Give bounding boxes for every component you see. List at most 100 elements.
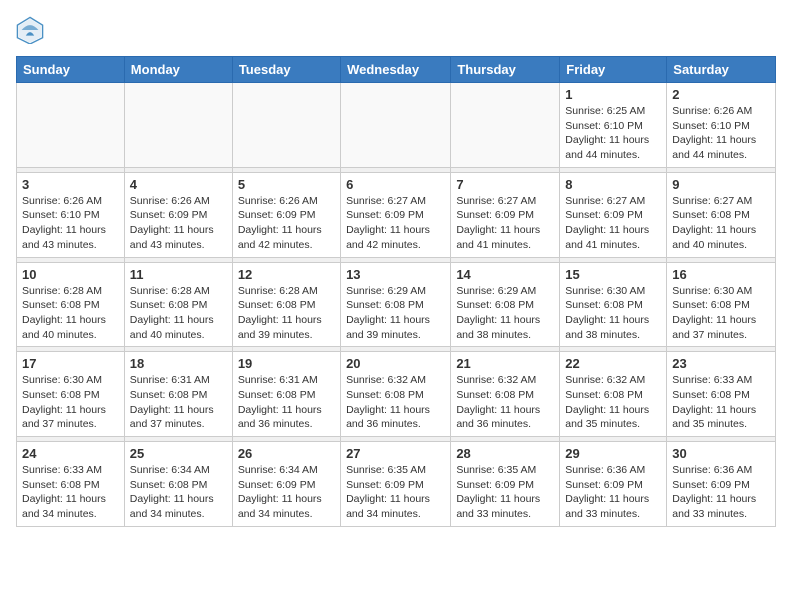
day-number: 1 bbox=[565, 87, 661, 102]
calendar-cell: 20 Sunrise: 6:32 AM Sunset: 6:08 PM Dayli… bbox=[341, 352, 451, 437]
calendar-cell: 22 Sunrise: 6:32 AM Sunset: 6:08 PM Dayli… bbox=[560, 352, 667, 437]
weekday-header-sunday: Sunday bbox=[17, 57, 125, 83]
day-number: 7 bbox=[456, 177, 554, 192]
calendar-cell: 16 Sunrise: 6:30 AM Sunset: 6:08 PM Dayli… bbox=[667, 262, 776, 347]
calendar-cell: 14 Sunrise: 6:29 AM Sunset: 6:08 PM Dayli… bbox=[451, 262, 560, 347]
calendar-cell: 12 Sunrise: 6:28 AM Sunset: 6:08 PM Dayli… bbox=[232, 262, 340, 347]
calendar-cell: 19Sunrise: 6:31 AM Sunset: 6:08 PM Dayli… bbox=[232, 352, 340, 437]
calendar-cell: 17 Sunrise: 6:30 AM Sunset: 6:08 PM Dayli… bbox=[17, 352, 125, 437]
day-number: 3 bbox=[22, 177, 119, 192]
day-number: 13 bbox=[346, 267, 445, 282]
day-info: Sunrise: 6:34 AM Sunset: 6:08 PM Dayligh… bbox=[130, 463, 227, 522]
day-number: 22 bbox=[565, 356, 661, 371]
day-info: Sunrise: 6:27 AM Sunset: 6:09 PM Dayligh… bbox=[346, 194, 445, 253]
day-info: Sunrise: 6:36 AM Sunset: 6:09 PM Dayligh… bbox=[672, 463, 770, 522]
day-number: 10 bbox=[22, 267, 119, 282]
calendar-cell: 18 Sunrise: 6:31 AM Sunset: 6:08 PM Dayli… bbox=[124, 352, 232, 437]
calendar-cell: 1 Sunrise: 6:25 AM Sunset: 6:10 PM Daylig… bbox=[560, 83, 667, 168]
calendar-cell: 7 Sunrise: 6:27 AM Sunset: 6:09 PM Daylig… bbox=[451, 172, 560, 257]
calendar-week-row: 3 Sunrise: 6:26 AM Sunset: 6:10 PM Daylig… bbox=[17, 172, 776, 257]
day-number: 19 bbox=[238, 356, 335, 371]
calendar-cell bbox=[232, 83, 340, 168]
calendar-cell: 2 Sunrise: 6:26 AM Sunset: 6:10 PM Daylig… bbox=[667, 83, 776, 168]
day-number: 12 bbox=[238, 267, 335, 282]
day-number: 21 bbox=[456, 356, 554, 371]
day-info: Sunrise: 6:26 AM Sunset: 6:09 PM Dayligh… bbox=[238, 194, 335, 253]
calendar-cell: 8 Sunrise: 6:27 AM Sunset: 6:09 PM Daylig… bbox=[560, 172, 667, 257]
calendar-cell: 24Sunrise: 6:33 AM Sunset: 6:08 PM Dayli… bbox=[17, 442, 125, 527]
day-info: Sunrise: 6:32 AM Sunset: 6:08 PM Dayligh… bbox=[456, 373, 554, 432]
day-info: Sunrise: 6:26 AM Sunset: 6:10 PM Dayligh… bbox=[672, 104, 770, 163]
calendar-cell: 28 Sunrise: 6:35 AM Sunset: 6:09 PM Dayli… bbox=[451, 442, 560, 527]
calendar-cell: 25 Sunrise: 6:34 AM Sunset: 6:08 PM Dayli… bbox=[124, 442, 232, 527]
day-number: 6 bbox=[346, 177, 445, 192]
day-number: 23 bbox=[672, 356, 770, 371]
day-info: Sunrise: 6:32 AM Sunset: 6:08 PM Dayligh… bbox=[346, 373, 445, 432]
calendar-cell: 5 Sunrise: 6:26 AM Sunset: 6:09 PM Daylig… bbox=[232, 172, 340, 257]
calendar-table: SundayMondayTuesdayWednesdayThursdayFrid… bbox=[16, 56, 776, 527]
day-info: Sunrise: 6:30 AM Sunset: 6:08 PM Dayligh… bbox=[22, 373, 119, 432]
day-info: Sunrise: 6:34 AM Sunset: 6:09 PM Dayligh… bbox=[238, 463, 335, 522]
calendar-cell bbox=[341, 83, 451, 168]
page-header bbox=[16, 16, 776, 44]
day-info: Sunrise: 6:29 AM Sunset: 6:08 PM Dayligh… bbox=[346, 284, 445, 343]
day-info: Sunrise: 6:35 AM Sunset: 6:09 PM Dayligh… bbox=[346, 463, 445, 522]
calendar-cell: 11Sunrise: 6:28 AM Sunset: 6:08 PM Dayli… bbox=[124, 262, 232, 347]
day-number: 15 bbox=[565, 267, 661, 282]
logo-icon bbox=[16, 16, 44, 44]
calendar-week-row: 1 Sunrise: 6:25 AM Sunset: 6:10 PM Daylig… bbox=[17, 83, 776, 168]
day-info: Sunrise: 6:28 AM Sunset: 6:08 PM Dayligh… bbox=[22, 284, 119, 343]
calendar-cell: 13 Sunrise: 6:29 AM Sunset: 6:08 PM Dayli… bbox=[341, 262, 451, 347]
weekday-header-wednesday: Wednesday bbox=[341, 57, 451, 83]
day-number: 27 bbox=[346, 446, 445, 461]
day-number: 4 bbox=[130, 177, 227, 192]
day-info: Sunrise: 6:26 AM Sunset: 6:10 PM Dayligh… bbox=[22, 194, 119, 253]
day-number: 14 bbox=[456, 267, 554, 282]
day-number: 26 bbox=[238, 446, 335, 461]
day-number: 28 bbox=[456, 446, 554, 461]
calendar-cell: 21 Sunrise: 6:32 AM Sunset: 6:08 PM Dayli… bbox=[451, 352, 560, 437]
calendar-cell: 4Sunrise: 6:26 AM Sunset: 6:09 PM Daylig… bbox=[124, 172, 232, 257]
day-info: Sunrise: 6:30 AM Sunset: 6:08 PM Dayligh… bbox=[565, 284, 661, 343]
day-number: 16 bbox=[672, 267, 770, 282]
day-info: Sunrise: 6:32 AM Sunset: 6:08 PM Dayligh… bbox=[565, 373, 661, 432]
calendar-week-row: 10 Sunrise: 6:28 AM Sunset: 6:08 PM Dayli… bbox=[17, 262, 776, 347]
day-info: Sunrise: 6:31 AM Sunset: 6:08 PM Dayligh… bbox=[130, 373, 227, 432]
calendar-cell: 30 Sunrise: 6:36 AM Sunset: 6:09 PM Dayli… bbox=[667, 442, 776, 527]
day-info: Sunrise: 6:35 AM Sunset: 6:09 PM Dayligh… bbox=[456, 463, 554, 522]
day-info: Sunrise: 6:28 AM Sunset: 6:08 PM Dayligh… bbox=[130, 284, 227, 343]
calendar-cell: 6 Sunrise: 6:27 AM Sunset: 6:09 PM Daylig… bbox=[341, 172, 451, 257]
day-number: 20 bbox=[346, 356, 445, 371]
calendar-cell bbox=[451, 83, 560, 168]
calendar-cell: 15 Sunrise: 6:30 AM Sunset: 6:08 PM Dayli… bbox=[560, 262, 667, 347]
day-info: Sunrise: 6:25 AM Sunset: 6:10 PM Dayligh… bbox=[565, 104, 661, 163]
calendar-cell: 3 Sunrise: 6:26 AM Sunset: 6:10 PM Daylig… bbox=[17, 172, 125, 257]
calendar-cell bbox=[124, 83, 232, 168]
calendar-cell: 23 Sunrise: 6:33 AM Sunset: 6:08 PM Dayli… bbox=[667, 352, 776, 437]
day-number: 2 bbox=[672, 87, 770, 102]
calendar-cell: 27 Sunrise: 6:35 AM Sunset: 6:09 PM Dayli… bbox=[341, 442, 451, 527]
weekday-header-friday: Friday bbox=[560, 57, 667, 83]
day-number: 9 bbox=[672, 177, 770, 192]
calendar-cell: 26 Sunrise: 6:34 AM Sunset: 6:09 PM Dayli… bbox=[232, 442, 340, 527]
day-number: 24 bbox=[22, 446, 119, 461]
weekday-header-monday: Monday bbox=[124, 57, 232, 83]
day-number: 29 bbox=[565, 446, 661, 461]
day-number: 25 bbox=[130, 446, 227, 461]
day-info: Sunrise: 6:27 AM Sunset: 6:09 PM Dayligh… bbox=[565, 194, 661, 253]
day-info: Sunrise: 6:29 AM Sunset: 6:08 PM Dayligh… bbox=[456, 284, 554, 343]
calendar-cell bbox=[17, 83, 125, 168]
calendar-cell: 10 Sunrise: 6:28 AM Sunset: 6:08 PM Dayli… bbox=[17, 262, 125, 347]
weekday-header-thursday: Thursday bbox=[451, 57, 560, 83]
calendar-week-row: 17 Sunrise: 6:30 AM Sunset: 6:08 PM Dayli… bbox=[17, 352, 776, 437]
day-info: Sunrise: 6:30 AM Sunset: 6:08 PM Dayligh… bbox=[672, 284, 770, 343]
day-info: Sunrise: 6:33 AM Sunset: 6:08 PM Dayligh… bbox=[672, 373, 770, 432]
day-number: 30 bbox=[672, 446, 770, 461]
calendar-cell: 29Sunrise: 6:36 AM Sunset: 6:09 PM Dayli… bbox=[560, 442, 667, 527]
day-number: 5 bbox=[238, 177, 335, 192]
day-number: 18 bbox=[130, 356, 227, 371]
day-info: Sunrise: 6:27 AM Sunset: 6:09 PM Dayligh… bbox=[456, 194, 554, 253]
day-info: Sunrise: 6:28 AM Sunset: 6:08 PM Dayligh… bbox=[238, 284, 335, 343]
day-number: 17 bbox=[22, 356, 119, 371]
day-number: 8 bbox=[565, 177, 661, 192]
